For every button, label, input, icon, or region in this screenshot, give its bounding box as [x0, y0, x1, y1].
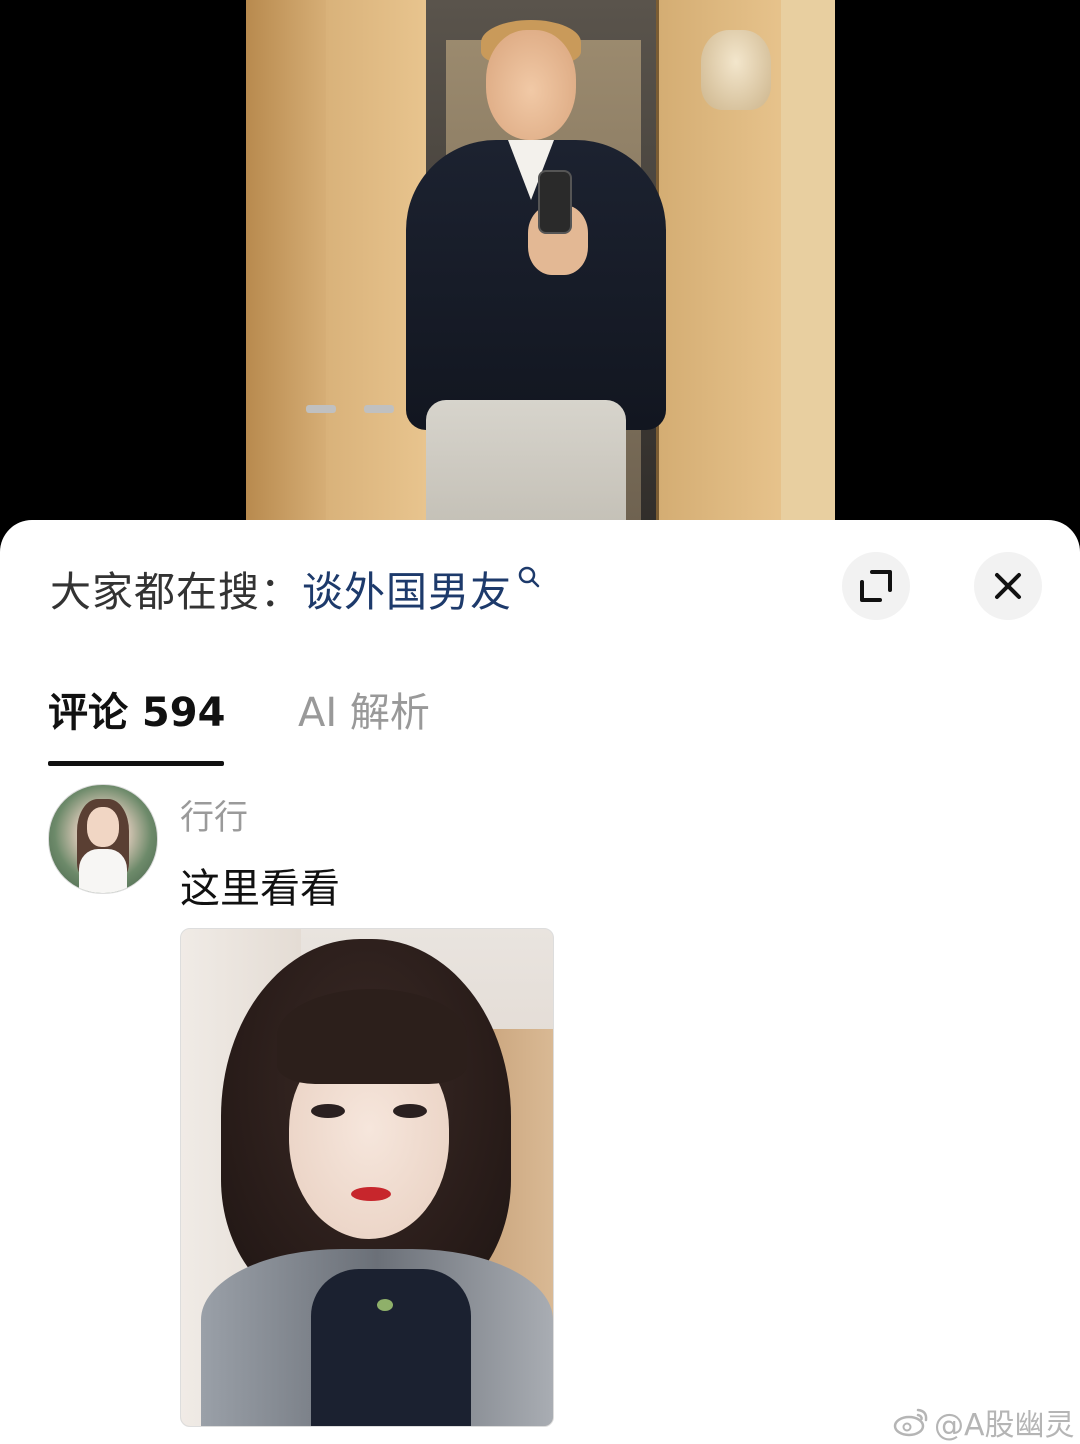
tab-comments[interactable]: 评论 594: [48, 680, 225, 738]
video-frame-image: [246, 0, 835, 560]
active-tab-indicator: [48, 761, 224, 766]
avatar[interactable]: [48, 784, 158, 894]
trending-search-term[interactable]: 谈外国男友: [302, 558, 512, 618]
search-icon: [518, 566, 540, 588]
expand-icon: [860, 570, 892, 602]
comments-sheet: 大家都在搜： 谈外国男友 评论 594 AI 解析 行行 这里看看 @A股幽灵: [0, 520, 1080, 1444]
comment-username[interactable]: 行行: [180, 790, 248, 839]
expand-button[interactable]: [842, 552, 910, 620]
comment-image[interactable]: [180, 928, 554, 1427]
tab-ai-analysis[interactable]: AI 解析: [298, 680, 430, 738]
watermark: @A股幽灵: [892, 1400, 1075, 1444]
comment-text: 这里看看: [180, 866, 340, 912]
weibo-icon: [893, 1408, 928, 1437]
close-icon: [995, 573, 1021, 599]
trending-search-prefix: 大家都在搜：: [50, 568, 302, 616]
close-button[interactable]: [974, 552, 1042, 620]
trending-search[interactable]: 大家都在搜： 谈外国男友: [50, 558, 542, 618]
video-player[interactable]: [0, 0, 1080, 560]
watermark-text: @A股幽灵: [934, 1408, 1075, 1443]
